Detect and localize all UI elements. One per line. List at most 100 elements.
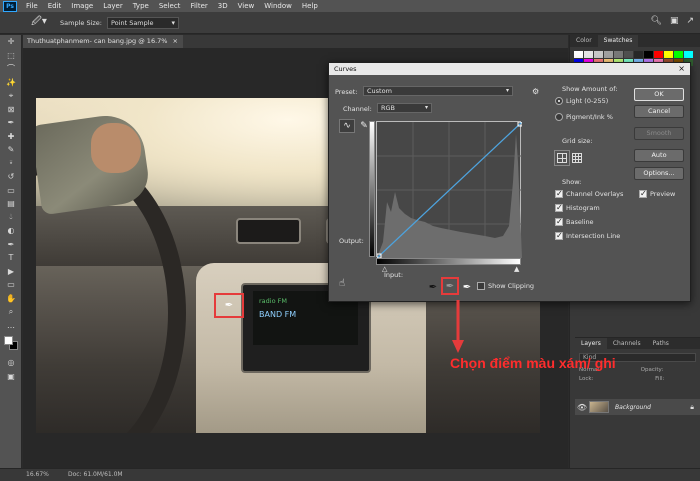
input-gradient-bar (376, 258, 521, 265)
intersection-line-label: Intersection Line (566, 232, 621, 240)
white-point-slider-icon[interactable]: ▲ (514, 265, 519, 273)
quick-mask-icon[interactable]: ◎ (0, 356, 22, 370)
close-icon[interactable]: × (678, 63, 685, 75)
menu-type[interactable]: Type (128, 0, 154, 12)
simple-grid-icon[interactable] (554, 150, 570, 166)
intersection-line-checkbox[interactable] (555, 231, 563, 240)
channel-select[interactable]: RGB (377, 103, 432, 113)
preview-label: Preview (650, 190, 676, 198)
history-brush-icon[interactable]: ↺ (0, 170, 22, 184)
gray-point-eyedropper-icon[interactable]: ✒ (441, 277, 459, 295)
menu-image[interactable]: Image (66, 0, 98, 12)
search-icon[interactable]: 🔍︎ (651, 16, 662, 26)
tab-channels[interactable]: Channels (607, 338, 647, 349)
edit-points-curve-icon[interactable]: ∿ (339, 119, 355, 133)
channel-overlays-checkbox[interactable] (555, 189, 563, 198)
swatch[interactable] (684, 51, 693, 58)
lock-icon[interactable]: 🔒︎ (690, 403, 694, 412)
swatches-panel-tabs: Color Swatches (570, 35, 700, 47)
swatch[interactable] (674, 51, 683, 58)
menu-file[interactable]: File (21, 0, 43, 12)
pigment-radio[interactable] (555, 113, 563, 121)
swatch[interactable] (664, 51, 673, 58)
preset-options-gear-icon[interactable]: ⚙ (532, 87, 539, 96)
eraser-tool-icon[interactable]: ▭ (0, 184, 22, 198)
menu-layer[interactable]: Layer (98, 0, 128, 12)
visibility-eye-icon[interactable]: 👁︎ (575, 403, 589, 412)
swatch[interactable] (644, 51, 653, 58)
pen-tool-icon[interactable]: ✒ (0, 238, 22, 252)
crop-tool-icon[interactable]: ⌖ (0, 89, 22, 103)
swatch[interactable] (634, 51, 643, 58)
opacity-label: Opacity: (640, 367, 664, 373)
tab-paths[interactable]: Paths (647, 338, 675, 349)
preset-select[interactable]: Custom (363, 86, 513, 96)
menu-help[interactable]: Help (297, 0, 323, 12)
fill-label: Fill: (655, 376, 665, 382)
shape-tool-icon[interactable]: ▭ (0, 278, 22, 292)
blur-tool-icon[interactable]: 💧︎ (0, 211, 22, 225)
sample-size-select[interactable]: Point Sample (106, 16, 179, 29)
tab-color[interactable]: Color (570, 35, 598, 47)
layer-row-background[interactable]: 👁︎ Background 🔒︎ (575, 399, 700, 415)
smooth-button[interactable]: Smooth (634, 127, 684, 140)
swatch[interactable] (584, 51, 593, 58)
cancel-button[interactable]: Cancel (634, 105, 684, 118)
ok-button[interactable]: OK (634, 88, 684, 101)
share-icon[interactable]: ↗ (686, 16, 694, 26)
white-point-eyedropper-icon[interactable]: ✒ (460, 280, 474, 294)
magic-wand-tool-icon[interactable]: ✨ (0, 76, 22, 90)
document-tab[interactable]: Thuthuatphanmem- can bang.jpg @ 16.7% (R… (23, 35, 183, 58)
menu-view[interactable]: View (233, 0, 260, 12)
gradient-tool-icon[interactable]: ▤ (0, 197, 22, 211)
show-clipping-checkbox[interactable] (477, 282, 485, 290)
brush-tool-icon[interactable]: ✎ (0, 143, 22, 157)
swatch[interactable] (574, 51, 583, 58)
workspace-icon[interactable]: ▣ (670, 16, 679, 26)
histogram-checkbox[interactable] (555, 203, 563, 212)
screen-mode-icon[interactable]: ▣ (0, 370, 22, 384)
lasso-tool-icon[interactable]: ⌒ (0, 62, 22, 76)
swatch[interactable] (594, 51, 603, 58)
curves-title-bar: Curves × (329, 63, 690, 75)
auto-button[interactable]: Auto (634, 149, 684, 162)
tab-layers[interactable]: Layers (575, 338, 607, 349)
light-radio[interactable] (555, 97, 563, 105)
healing-brush-icon[interactable]: ✚ (0, 130, 22, 144)
menu-3d[interactable]: 3D (213, 0, 233, 12)
grid-size-label: Grid size: (562, 137, 593, 145)
zoom-level[interactable]: 16.67% (26, 469, 49, 481)
baseline-checkbox[interactable] (555, 217, 563, 226)
swatch[interactable] (604, 51, 613, 58)
zoom-tool-icon[interactable]: ⌕ (0, 305, 22, 319)
move-tool-icon[interactable]: ✛ (0, 35, 22, 49)
foreground-color-swatch[interactable] (4, 336, 13, 345)
menu-filter[interactable]: Filter (185, 0, 212, 12)
hand-tool-icon[interactable]: ✋ (0, 292, 22, 306)
close-icon[interactable]: × (173, 35, 178, 48)
menu-edit[interactable]: Edit (43, 0, 67, 12)
menu-window[interactable]: Window (259, 0, 297, 12)
more-tools-icon[interactable]: … (0, 319, 22, 333)
detailed-grid-icon[interactable] (572, 153, 582, 163)
swatch[interactable] (624, 51, 633, 58)
layer-name: Background (615, 403, 651, 411)
stamp-tool-icon[interactable]: ⍣ (0, 157, 22, 171)
tab-swatches[interactable]: Swatches (597, 35, 639, 47)
type-tool-icon[interactable]: T (0, 251, 22, 265)
path-selection-icon[interactable]: ▶ (0, 265, 22, 279)
frame-tool-icon[interactable]: ⊠ (0, 103, 22, 117)
menu-select[interactable]: Select (154, 0, 186, 12)
color-swatches[interactable] (0, 332, 21, 356)
black-point-eyedropper-icon[interactable]: ✒ (426, 280, 440, 294)
target-adjust-hand-icon[interactable]: ☝ (339, 278, 345, 289)
swatch[interactable] (614, 51, 623, 58)
marquee-tool-icon[interactable]: ⬚ (0, 49, 22, 63)
preview-checkbox[interactable] (639, 189, 647, 198)
eyedropper-tool-icon[interactable]: 🖉▾ (26, 15, 52, 31)
curve-graph[interactable] (376, 121, 523, 259)
dodge-tool-icon[interactable]: ◐ (0, 224, 22, 238)
swatch[interactable] (654, 51, 663, 58)
eyedropper-tool-icon[interactable]: ✒ (0, 116, 22, 130)
options-button[interactable]: Options... (634, 167, 684, 180)
